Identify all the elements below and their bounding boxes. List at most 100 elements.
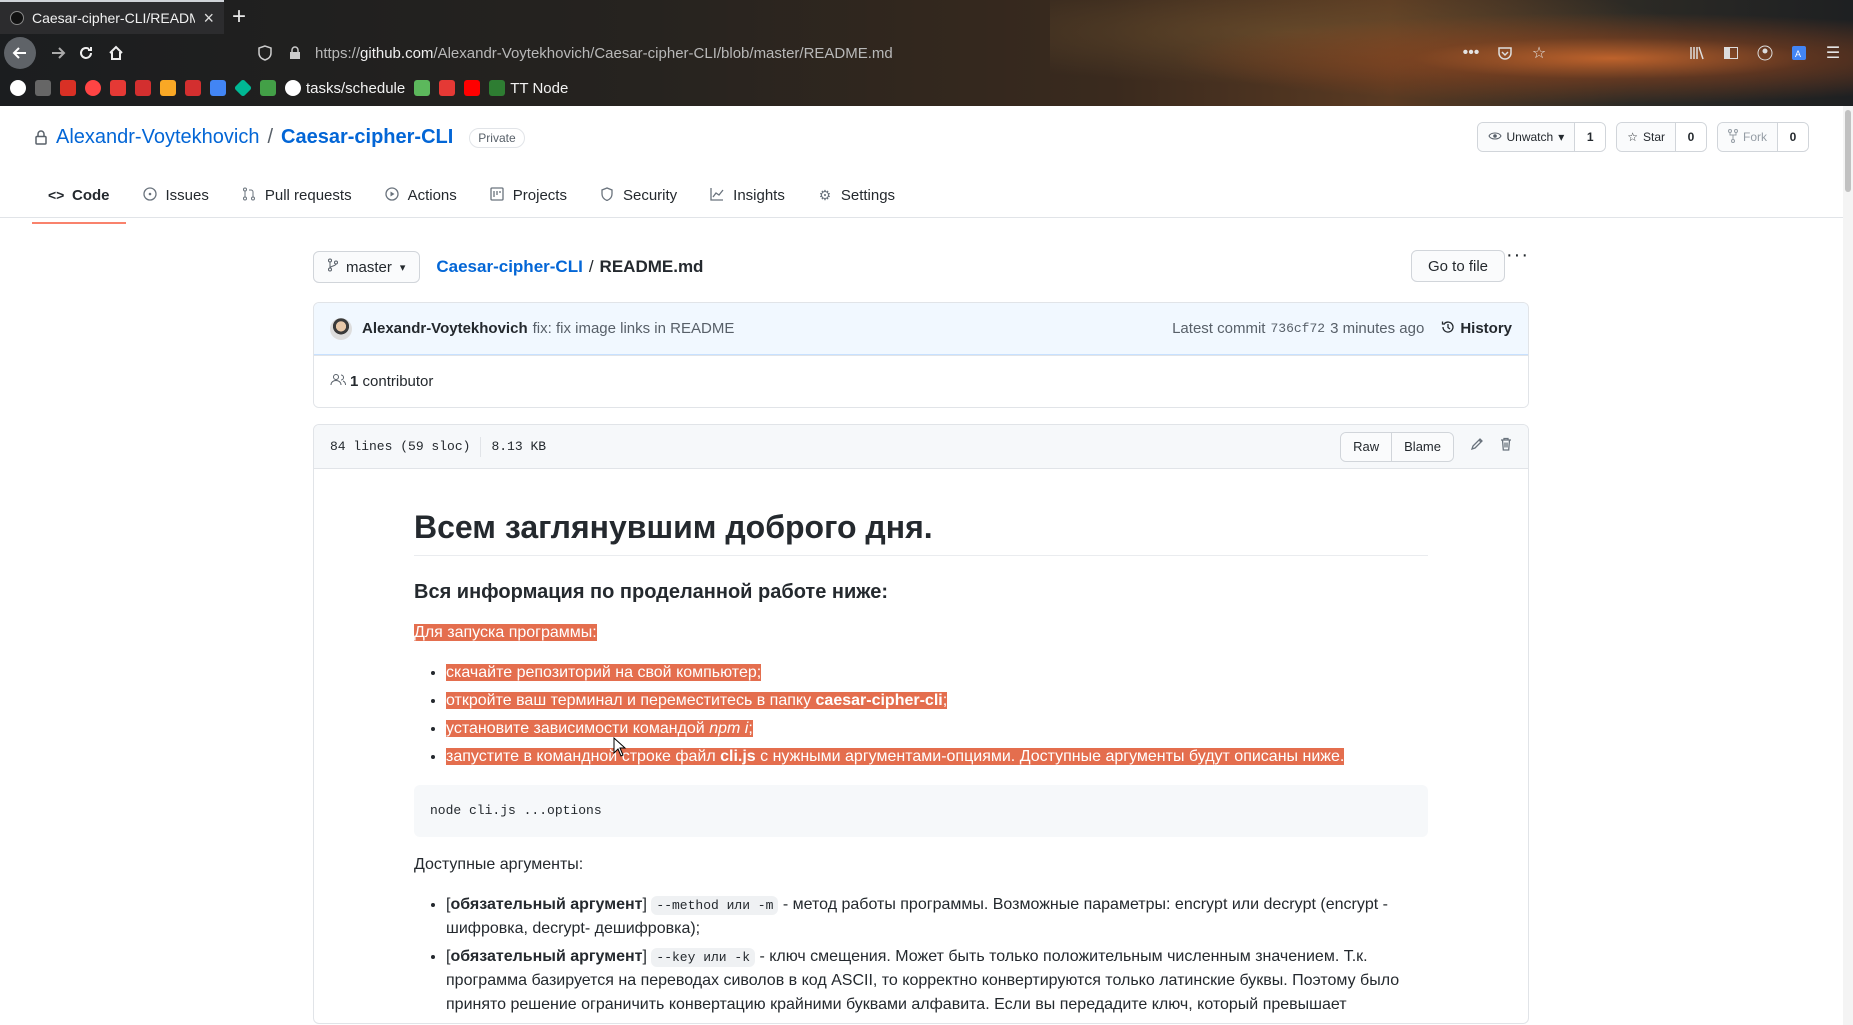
bookmark-translate[interactable]	[210, 78, 226, 98]
bookmark-star-icon[interactable]: ☆	[1529, 43, 1549, 63]
breadcrumb-file: README.md	[599, 257, 704, 276]
list-item: [обязательный аргумент] --key или -k - к…	[446, 945, 1428, 1017]
account-icon[interactable]	[1755, 43, 1775, 63]
bookmark-youtube[interactable]	[464, 78, 481, 98]
page-scrollbar[interactable]	[1843, 106, 1853, 1025]
bookmark-tt-node[interactable]: TT Node	[489, 78, 568, 98]
readme-content: Всем заглянувшим доброго дня. Вся информ…	[314, 469, 1528, 1017]
tab-issues[interactable]: Issues	[126, 168, 225, 224]
tab-code[interactable]: <> Code	[32, 168, 126, 224]
tab-pull-requests-label: Pull requests	[264, 186, 352, 204]
youtube-icon	[464, 80, 481, 96]
tab-actions[interactable]: Actions	[368, 168, 473, 224]
repo-name-link[interactable]: Caesar-cipher-CLI	[281, 126, 453, 149]
history-icon	[1441, 320, 1455, 338]
scrollbar-thumb[interactable]	[1845, 110, 1851, 192]
back-button[interactable]	[4, 37, 36, 69]
file-actions: Raw Blame	[1340, 431, 1512, 462]
browser-tab[interactable]: Caesar-cipher-CLI/READM ×	[0, 0, 224, 34]
tab-security[interactable]: Security	[583, 168, 693, 224]
github-icon	[10, 80, 26, 96]
repo-header: Alexandr-Voytekhovich / Caesar-cipher-CL…	[32, 126, 525, 149]
bookmark-green[interactable]	[260, 78, 276, 98]
bookmark-github[interactable]	[10, 78, 26, 98]
go-to-file-button[interactable]: Go to file	[1410, 250, 1505, 282]
avatar[interactable]	[330, 317, 352, 340]
file-navigation: master ▾ Caesar-cipher-CLI / README.md G…	[313, 244, 1529, 284]
nav-divider	[0, 217, 1843, 218]
bookmark-red-i[interactable]	[110, 78, 126, 98]
bookmark-gmail[interactable]	[60, 78, 76, 98]
steps-list: скачайте репозиторий на свой компьютер; …	[414, 661, 1428, 769]
play-icon	[384, 186, 400, 204]
bookmark-x[interactable]	[185, 78, 201, 98]
reload-button[interactable]	[70, 38, 102, 68]
star-count[interactable]: 0	[1676, 123, 1706, 151]
fork-count[interactable]: 0	[1778, 123, 1808, 151]
watch-count[interactable]: 1	[1575, 123, 1606, 151]
lock-icon[interactable]	[285, 43, 305, 63]
home-button[interactable]	[100, 38, 132, 68]
breadcrumb-separator: /	[588, 257, 594, 276]
arrow-left-icon	[12, 47, 26, 59]
commit-meta: Latest commit 736cf72 3 minutes ago Hist…	[1172, 320, 1512, 338]
bookmark-diamond[interactable]	[233, 78, 253, 98]
commit-author-link[interactable]: Alexandr-Voytekhovich	[362, 320, 528, 337]
pocket-icon[interactable]	[1495, 43, 1515, 63]
file-size-info: 8.13 KB	[491, 439, 547, 454]
home-icon	[109, 45, 123, 60]
project-icon	[489, 186, 505, 204]
bookmark-lastfm[interactable]	[135, 78, 151, 98]
trash-icon[interactable]	[1500, 437, 1512, 456]
pencil-icon[interactable]	[1470, 437, 1484, 456]
sidebar-icon[interactable]	[1721, 43, 1741, 63]
tab-insights[interactable]: Insights	[693, 168, 801, 224]
new-tab-icon[interactable]: +	[232, 3, 246, 31]
rs-icon	[35, 80, 51, 96]
red-square-icon	[110, 80, 126, 96]
library-icon[interactable]	[1687, 43, 1707, 63]
lastfm-icon	[135, 80, 151, 96]
page-actions-icon[interactable]: •••	[1461, 43, 1481, 63]
code-block: node cli.js ...options	[414, 785, 1428, 837]
translate-icon[interactable]: A	[1789, 43, 1809, 63]
tab-title: Caesar-cipher-CLI/READM	[32, 10, 196, 26]
branch-name: master	[346, 258, 392, 276]
main-container: master ▾ Caesar-cipher-CLI / README.md G…	[313, 244, 1529, 1024]
tab-projects[interactable]: Projects	[473, 168, 583, 224]
tab-actions-label: Actions	[407, 186, 457, 204]
contributors-row[interactable]: 1 contributor	[314, 355, 1528, 407]
repo-owner-link[interactable]: Alexandr-Voytekhovich	[56, 126, 259, 149]
bookmark-rs[interactable]	[35, 78, 51, 98]
unwatch-button[interactable]: Unwatch ▾	[1477, 123, 1576, 151]
tab-security-label: Security	[622, 186, 678, 204]
close-tab-icon[interactable]: ×	[203, 8, 214, 29]
raw-button[interactable]: Raw	[1341, 432, 1392, 461]
bookmark-u[interactable]	[439, 78, 456, 98]
commit-sha-link[interactable]: 736cf72	[1270, 321, 1325, 336]
bookmark-tasks-schedule[interactable]: tasks/schedule	[285, 78, 405, 98]
blame-button[interactable]: Blame	[1391, 432, 1453, 461]
star-button[interactable]: ☆ Star	[1617, 123, 1676, 151]
bookmark-vue[interactable]	[160, 78, 176, 98]
tt-node-icon	[489, 80, 506, 96]
tracking-shield-icon[interactable]	[255, 43, 275, 63]
history-link[interactable]: History	[1441, 320, 1512, 338]
unwatch-label: Unwatch	[1506, 130, 1554, 144]
commit-message-link[interactable]: fix: fix image links in README	[533, 320, 735, 337]
tab-settings[interactable]: ⚙ Settings	[801, 168, 911, 224]
fork-button[interactable]: Fork	[1718, 123, 1778, 151]
bookmarks-bar: tasks/schedule TT Node	[0, 72, 1853, 104]
caret-down-icon: ▾	[399, 261, 406, 274]
browser-navbar: https://github.com/Alexandr-Voytekhovich…	[0, 34, 1853, 72]
bookmark-puzzle[interactable]	[414, 78, 431, 98]
url-bar[interactable]: https://github.com/Alexandr-Voytekhovich…	[255, 39, 1475, 67]
translate-bm-icon	[210, 80, 226, 96]
menu-icon[interactable]: ☰	[1823, 43, 1843, 63]
eye-icon	[1487, 130, 1502, 144]
tab-pull-requests[interactable]: Pull requests	[225, 168, 368, 224]
branch-selector[interactable]: master ▾	[313, 251, 421, 283]
more-options-icon[interactable]: ···	[1506, 244, 1529, 267]
breadcrumb-repo-link[interactable]: Caesar-cipher-CLI	[436, 257, 582, 277]
bookmark-opera[interactable]	[85, 78, 101, 98]
